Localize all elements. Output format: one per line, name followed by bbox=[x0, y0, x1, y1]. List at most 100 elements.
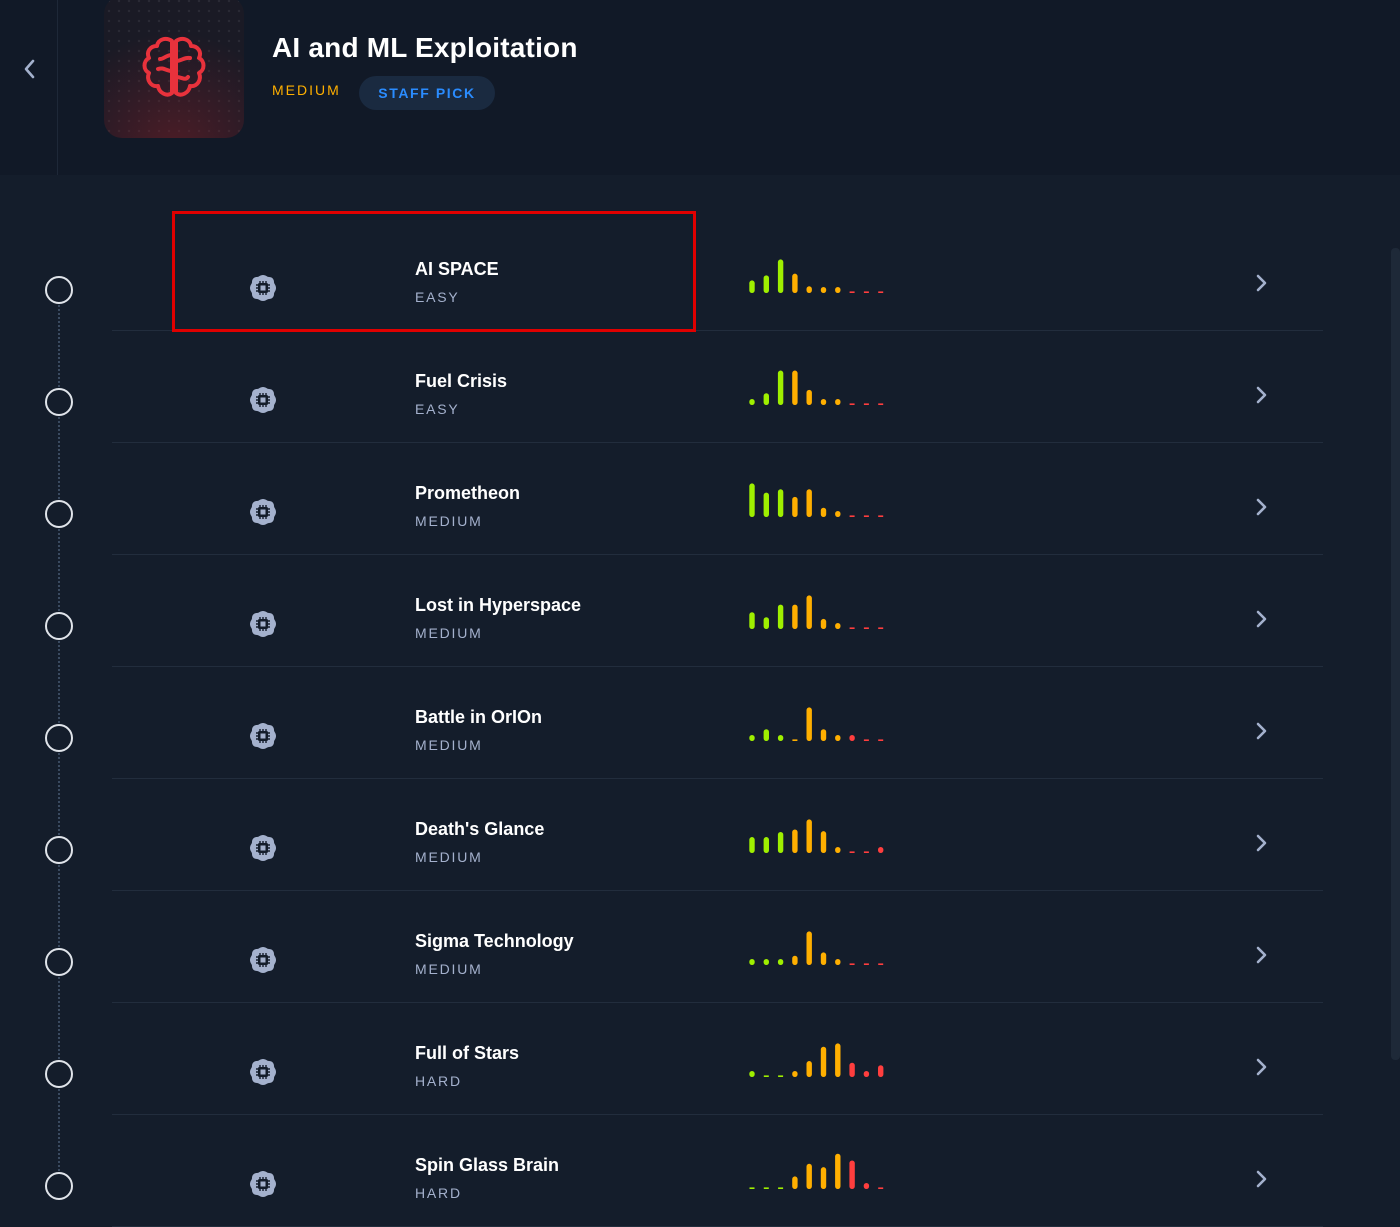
ai-chip-icon bbox=[248, 1057, 278, 1087]
challenge-row[interactable]: Death's Glance MEDIUM bbox=[0, 779, 1330, 891]
rating-dash bbox=[863, 963, 869, 965]
rating-dash bbox=[863, 515, 869, 517]
rating-bar bbox=[777, 959, 784, 965]
chevron-right-icon[interactable] bbox=[1252, 273, 1270, 293]
challenge-name[interactable]: Spin Glass Brain bbox=[415, 1155, 559, 1176]
rating-dash bbox=[778, 1187, 784, 1189]
rating-bar bbox=[806, 707, 812, 741]
rating-bar bbox=[792, 496, 798, 517]
rating-bar bbox=[763, 959, 769, 965]
rating-bar bbox=[835, 511, 841, 517]
rating-bar bbox=[792, 1176, 798, 1189]
rating-bar bbox=[849, 735, 855, 741]
rating-bar bbox=[749, 280, 755, 293]
chevron-right-icon[interactable] bbox=[1252, 385, 1270, 405]
progress-circle-icon bbox=[45, 836, 73, 864]
challenge-row[interactable]: Spin Glass Brain HARD bbox=[0, 1115, 1330, 1227]
rating-dash bbox=[849, 291, 855, 293]
rating-bar bbox=[820, 1046, 827, 1077]
rating-bar bbox=[763, 275, 769, 293]
challenge-row[interactable]: Fuel Crisis EASY bbox=[0, 331, 1330, 443]
progress-circle-icon bbox=[45, 948, 73, 976]
chevron-left-icon bbox=[24, 59, 34, 79]
rating-bar bbox=[777, 370, 784, 405]
rating-bar bbox=[777, 259, 784, 293]
rating-dash bbox=[763, 1187, 769, 1189]
challenge-name[interactable]: Death's Glance bbox=[415, 819, 544, 840]
rating-bar bbox=[763, 837, 769, 853]
back-button[interactable] bbox=[0, 0, 58, 175]
ai-chip-icon bbox=[248, 385, 278, 415]
challenge-difficulty: HARD bbox=[415, 1073, 462, 1089]
challenge-difficulty: MEDIUM bbox=[415, 849, 483, 865]
rating-bar bbox=[792, 273, 798, 293]
rating-bar bbox=[820, 507, 827, 517]
chevron-right-icon[interactable] bbox=[1252, 945, 1270, 965]
difficulty-rating-chart bbox=[749, 259, 884, 293]
chevron-right-icon[interactable] bbox=[1252, 721, 1270, 741]
rating-bar bbox=[835, 959, 841, 965]
rating-dash bbox=[878, 963, 884, 965]
progress-circle-icon bbox=[45, 612, 73, 640]
rating-bar bbox=[792, 1071, 798, 1077]
rating-bar bbox=[806, 489, 812, 517]
chevron-right-icon[interactable] bbox=[1252, 1057, 1270, 1077]
rating-bar bbox=[820, 952, 827, 965]
challenge-row[interactable]: Prometheon MEDIUM bbox=[0, 443, 1330, 555]
challenge-name[interactable]: Full of Stars bbox=[415, 1043, 519, 1064]
rating-dash bbox=[863, 403, 869, 405]
rating-dash bbox=[749, 1187, 755, 1189]
rating-bar bbox=[749, 1071, 755, 1077]
chevron-right-icon[interactable] bbox=[1252, 497, 1270, 517]
rating-bar bbox=[820, 729, 827, 741]
challenge-name[interactable]: Prometheon bbox=[415, 483, 520, 504]
rating-bar bbox=[792, 829, 798, 853]
progress-circle-icon bbox=[45, 500, 73, 528]
rating-bar bbox=[835, 1153, 841, 1189]
progress-circle-icon bbox=[45, 1060, 73, 1088]
rating-bar bbox=[835, 623, 841, 629]
rating-bar bbox=[806, 819, 812, 853]
challenge-name[interactable]: Fuel Crisis bbox=[415, 371, 507, 392]
challenge-name[interactable]: AI SPACE bbox=[415, 259, 499, 280]
rating-bar bbox=[749, 612, 755, 629]
rating-bar bbox=[806, 595, 812, 629]
chevron-right-icon[interactable] bbox=[1252, 609, 1270, 629]
rating-bar bbox=[777, 735, 784, 741]
challenge-name[interactable]: Battle in OrIOn bbox=[415, 707, 542, 728]
difficulty-rating-chart bbox=[749, 1153, 884, 1189]
rating-dash bbox=[763, 1075, 769, 1077]
challenge-row[interactable]: Sigma Technology MEDIUM bbox=[0, 891, 1330, 1003]
rating-bar bbox=[820, 399, 827, 405]
ai-chip-icon bbox=[248, 497, 278, 527]
difficulty-rating-chart bbox=[749, 595, 884, 629]
challenge-name[interactable]: Sigma Technology bbox=[415, 931, 574, 952]
challenge-difficulty: MEDIUM bbox=[415, 961, 483, 977]
rating-dash bbox=[878, 1187, 884, 1189]
difficulty-rating-chart bbox=[749, 370, 884, 405]
rating-dash bbox=[878, 515, 884, 517]
rating-dash bbox=[849, 627, 855, 629]
rating-bar bbox=[749, 959, 755, 965]
module-logo bbox=[104, 0, 244, 138]
challenge-difficulty: EASY bbox=[415, 289, 460, 305]
rating-bar bbox=[792, 604, 798, 629]
rating-dash bbox=[863, 851, 869, 853]
chevron-right-icon[interactable] bbox=[1252, 1169, 1270, 1189]
ai-chip-icon bbox=[248, 833, 278, 863]
challenge-row[interactable]: Lost in Hyperspace MEDIUM bbox=[0, 555, 1330, 667]
rating-bar bbox=[835, 287, 841, 293]
rating-dash bbox=[849, 515, 855, 517]
scrollbar[interactable] bbox=[1391, 248, 1400, 1060]
challenge-row[interactable]: Full of Stars HARD bbox=[0, 1003, 1330, 1115]
rating-bar bbox=[835, 847, 841, 853]
rating-bar bbox=[749, 399, 755, 405]
challenge-name[interactable]: Lost in Hyperspace bbox=[415, 595, 581, 616]
chevron-right-icon[interactable] bbox=[1252, 833, 1270, 853]
rating-bar bbox=[749, 837, 755, 853]
rating-bar bbox=[820, 618, 827, 629]
challenge-row[interactable]: Battle in OrIOn MEDIUM bbox=[0, 667, 1330, 779]
rating-bar bbox=[806, 1163, 812, 1189]
challenge-row[interactable]: AI SPACE EASY bbox=[0, 219, 1330, 331]
rating-bar bbox=[763, 617, 769, 629]
